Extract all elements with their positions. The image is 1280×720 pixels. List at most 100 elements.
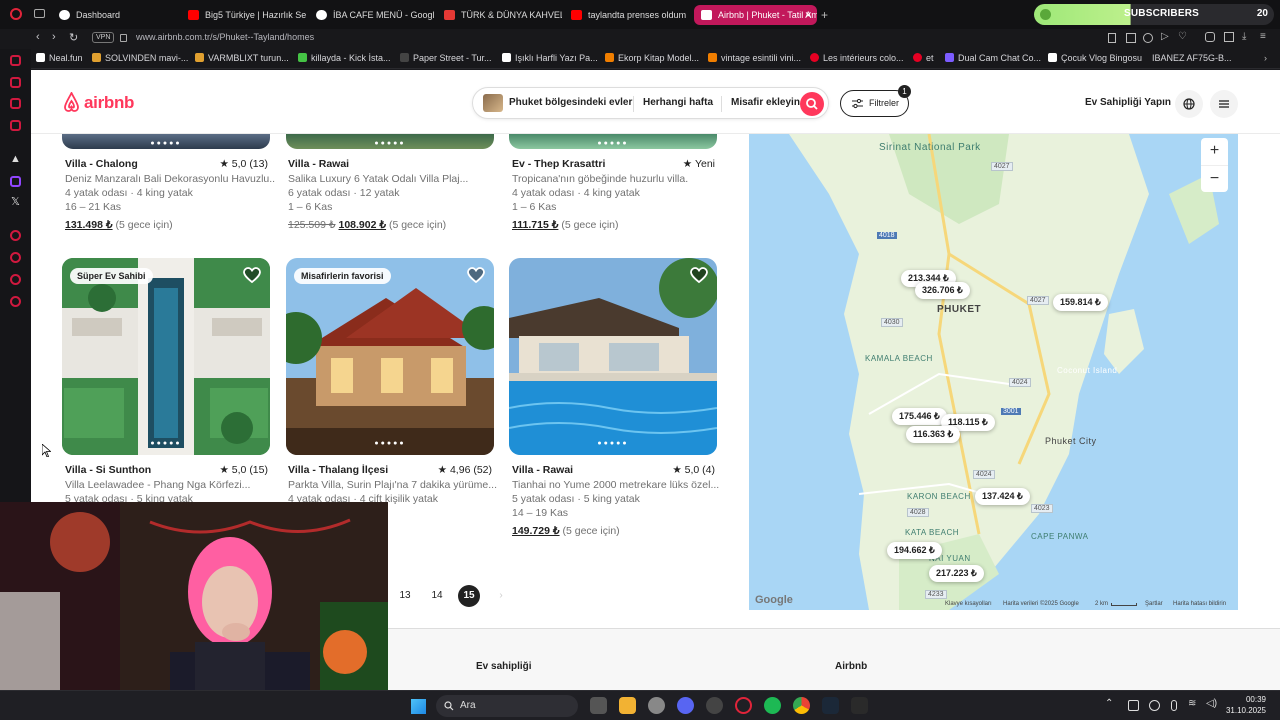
heart-icon[interactable]: ♡: [1178, 31, 1187, 42]
sidebar-settings-icon[interactable]: [10, 296, 21, 307]
listing-title[interactable]: Villa - Si Sunthon: [65, 464, 151, 476]
sidebar-messenger-icon[interactable]: [10, 77, 21, 88]
taskbar-search[interactable]: Ara: [436, 695, 578, 717]
listing-price[interactable]: 111.715 ₺ (5 gece için): [512, 219, 619, 231]
file-explorer-icon[interactable]: [619, 697, 636, 714]
steam-icon[interactable]: [822, 697, 839, 714]
map-price-marker[interactable]: 137.424 ₺: [975, 488, 1030, 505]
windows-start-icon[interactable]: [411, 699, 426, 714]
tray-chevron-icon[interactable]: ⌃: [1105, 698, 1113, 709]
bookmark-item[interactable]: Paper Street - Tur...: [400, 53, 492, 63]
search-where[interactable]: Phuket bölgesindeki evler: [509, 97, 632, 108]
page-13-button[interactable]: 13: [394, 585, 416, 607]
discord-icon[interactable]: [677, 697, 694, 714]
more-bookmarks-icon[interactable]: ›: [1264, 53, 1267, 63]
tab-dashboard[interactable]: Dashboard: [52, 5, 177, 25]
listing-photo[interactable]: ●●●●●: [509, 134, 717, 149]
bookmark-item[interactable]: Les intérieurs colo...: [810, 53, 904, 63]
system-clock[interactable]: 00:39 31.10.2025: [1226, 694, 1266, 716]
airbnb-logo[interactable]: airbnb: [63, 90, 134, 113]
settings-gear-icon[interactable]: [648, 697, 665, 714]
search-when[interactable]: Herhangi hafta: [643, 97, 713, 108]
wifi-icon[interactable]: ≋: [1188, 698, 1196, 709]
keyboard-shortcuts-link[interactable]: Klavye kısayolları: [945, 601, 992, 607]
opera-gx-icon[interactable]: [735, 697, 752, 714]
opera-logo-icon[interactable]: [10, 8, 22, 20]
bookmark-item[interactable]: vintage esintili vini...: [708, 53, 801, 63]
tray-vpn-icon[interactable]: [1149, 700, 1160, 711]
listing-price[interactable]: 131.498 ₺ (5 gece için): [65, 219, 173, 231]
map-price-marker[interactable]: 217.223 ₺: [929, 565, 984, 582]
bookmark-item[interactable]: Dual Cam Chat Co...: [945, 53, 1041, 63]
tab-airbnb[interactable]: Airbnb | Phuket - Tatil Am ✕: [694, 5, 817, 25]
sidebar-whatsapp-icon[interactable]: [10, 98, 21, 109]
bookmark-item[interactable]: et: [913, 53, 934, 63]
results-map[interactable]: Sirinat National Park PHUKET KAMALA BEAC…: [749, 134, 1238, 610]
bookmark-item[interactable]: Işıklı Harfli Yazı Pa...: [502, 53, 598, 63]
listing-photo[interactable]: ●●●●●: [286, 134, 494, 149]
map-price-marker[interactable]: 159.814 ₺: [1053, 294, 1108, 311]
wallet-icon[interactable]: [1224, 32, 1234, 42]
tray-app-icon[interactable]: [1128, 700, 1139, 711]
snapshot-icon[interactable]: [1126, 33, 1136, 43]
volume-icon[interactable]: ◁): [1206, 698, 1217, 709]
task-view-icon[interactable]: [590, 697, 607, 714]
bookmark-item[interactable]: VARMBLIXT turun...: [195, 53, 289, 63]
pin-icon[interactable]: [1108, 33, 1116, 43]
listing-photo[interactable]: Misafirlerin favorisi ●●●●●: [286, 258, 494, 455]
filters-button[interactable]: Filtreler 1: [840, 85, 911, 117]
extensions-icon[interactable]: [1205, 32, 1215, 42]
language-button[interactable]: [1175, 90, 1203, 118]
sidebar-x-icon[interactable]: 𝕏: [11, 195, 20, 208]
listing-photo[interactable]: ●●●●●: [509, 258, 717, 455]
tab-iba-cafe[interactable]: İBA CAFE MENÜ - Google: [309, 5, 434, 25]
page-15-current[interactable]: 15: [458, 585, 480, 607]
tab-tayland[interactable]: taylandta prenses oldum: [564, 5, 690, 25]
listing-photo[interactable]: ●●●●●: [62, 134, 270, 149]
download-icon[interactable]: ⤓: [1242, 31, 1246, 42]
vpn-badge[interactable]: VPN: [92, 32, 115, 43]
shield-icon[interactable]: [1143, 33, 1153, 43]
sidebar-ai-icon[interactable]: [10, 55, 21, 66]
listing-price[interactable]: 125.509 ₺ 108.902 ₺ (5 gece için): [288, 219, 446, 231]
bookmark-item[interactable]: Ekorp Kitap Model...: [605, 53, 699, 63]
bookmark-item[interactable]: killayda - Kick İsta...: [298, 53, 391, 63]
sidebar-clock-icon[interactable]: [10, 274, 21, 285]
map-price-marker[interactable]: 116.363 ₺: [906, 426, 961, 443]
obs-icon[interactable]: [706, 697, 723, 714]
listing-title[interactable]: Villa - Rawai: [288, 158, 349, 170]
favorite-heart-icon[interactable]: [467, 267, 485, 289]
listing-title[interactable]: Villa - Rawai: [512, 464, 573, 476]
zoom-in-button[interactable]: +: [1201, 138, 1228, 165]
page-14-button[interactable]: 14: [426, 585, 448, 607]
sidebar-player-icon[interactable]: [10, 230, 21, 241]
sidebar-instagram-icon[interactable]: [10, 120, 21, 131]
become-host-link[interactable]: Ev Sahipliği Yapın: [1085, 97, 1171, 108]
sidebar-arc-icon[interactable]: ▲: [10, 153, 21, 165]
bookmark-item[interactable]: Çocuk Vlog Bingosu: [1048, 53, 1142, 63]
listing-title[interactable]: Villa - Thalang İlçesi: [288, 464, 388, 476]
tab-big5[interactable]: Big5 Türkiye | Hazırlık Se: [181, 5, 306, 25]
listing-title[interactable]: Villa - Chalong: [65, 158, 138, 170]
menu-icon[interactable]: ≡: [1260, 31, 1266, 42]
tab-turk-dunya[interactable]: TÜRK & DÜNYA KAHVELER: [437, 5, 562, 25]
main-menu-button[interactable]: [1210, 90, 1238, 118]
reload-icon[interactable]: ↻: [69, 31, 78, 44]
sidebar-twitch-icon[interactable]: [10, 176, 21, 187]
terms-link[interactable]: Şartlar: [1145, 601, 1163, 607]
search-button[interactable]: [800, 92, 824, 116]
workspace-icon[interactable]: [34, 9, 45, 18]
zoom-out-button[interactable]: −: [1201, 165, 1228, 192]
map-price-marker[interactable]: 175.446 ₺: [892, 408, 947, 425]
epic-games-icon[interactable]: [851, 697, 868, 714]
bookmark-item[interactable]: Neal.fun: [36, 53, 83, 63]
listing-price[interactable]: 149.729 ₺ (5 gece için): [512, 525, 620, 537]
url-field[interactable]: www.airbnb.com.tr/s/Phuket--Tayland/home…: [136, 32, 314, 42]
forward-icon[interactable]: ›: [52, 31, 56, 43]
map-price-marker[interactable]: 326.706 ₺: [915, 282, 970, 299]
search-who[interactable]: Misafir ekleyin: [731, 97, 800, 108]
bookmark-item[interactable]: SOLVINDEN mavi-...: [92, 53, 188, 63]
search-bar[interactable]: Phuket bölgesindeki evler Herhangi hafta…: [472, 87, 829, 119]
chrome-icon[interactable]: [793, 697, 810, 714]
spotify-icon[interactable]: [764, 697, 781, 714]
